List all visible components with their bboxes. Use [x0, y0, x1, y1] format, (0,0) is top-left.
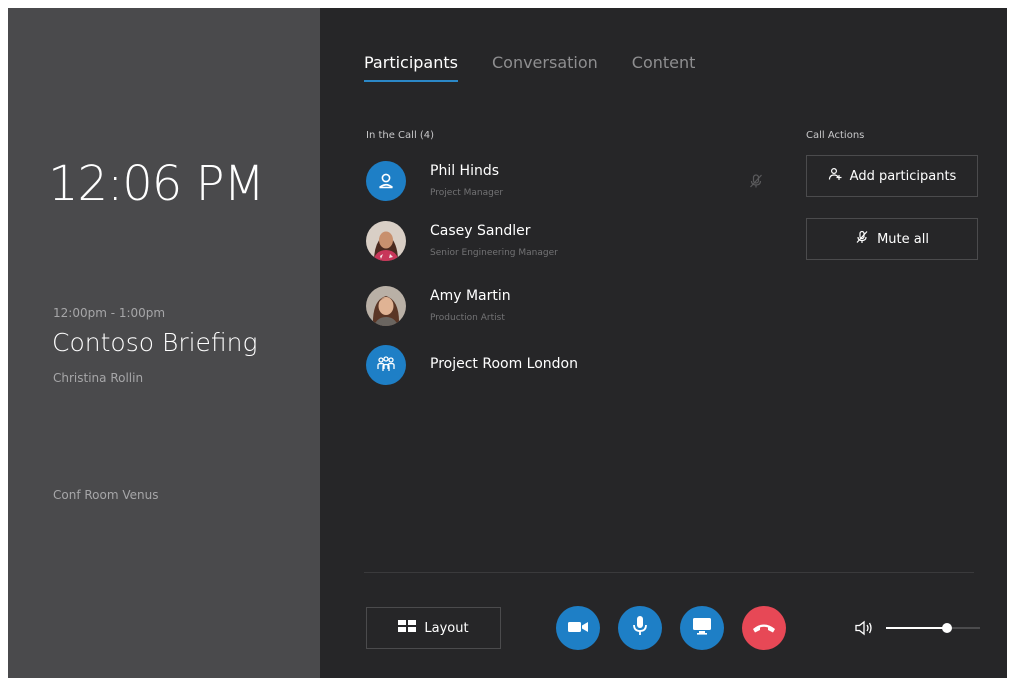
participant-row[interactable]: Project Room London — [364, 345, 744, 389]
group-icon — [366, 345, 406, 385]
participant-role: Production Artist — [430, 313, 505, 323]
layout-label: Layout — [424, 620, 469, 636]
meeting-time: 12:00pm - 1:00pm — [53, 306, 166, 320]
screen-share-button[interactable] — [680, 606, 724, 650]
participant-row[interactable]: Casey Sandler Senior Engineering Manager — [364, 221, 744, 265]
person-icon — [366, 161, 406, 201]
tab-participants[interactable]: Participants — [364, 53, 458, 82]
participant-name: Casey Sandler — [430, 223, 531, 239]
layout-button[interactable]: Layout — [366, 607, 501, 649]
microphone-icon — [632, 615, 648, 641]
add-participants-button[interactable]: Add participants — [806, 155, 978, 197]
participant-name: Phil Hinds — [430, 163, 500, 179]
tab-conversation[interactable]: Conversation — [492, 53, 598, 82]
video-icon — [567, 619, 589, 638]
participant-row[interactable]: Amy Martin Production Artist — [364, 286, 744, 330]
layout-grid-icon — [398, 620, 417, 636]
room-name: Conf Room Venus — [53, 488, 159, 502]
call-panel: Participants Conversation Content In the… — [320, 8, 1007, 678]
microphone-button[interactable] — [618, 606, 662, 650]
avatar — [366, 221, 406, 261]
participant-name: Amy Martin — [430, 288, 511, 304]
meeting-room-window: 12:06 PM 12:00pm - 1:00pm Contoso Briefi… — [8, 8, 1007, 678]
volume-fill — [886, 627, 948, 629]
participant-role: Project Manager — [430, 188, 504, 198]
meeting-title: Contoso Briefing — [52, 328, 258, 357]
avatar — [366, 286, 406, 326]
volume-thumb[interactable] — [942, 623, 953, 633]
controls-divider — [364, 572, 974, 573]
video-button[interactable] — [556, 606, 600, 650]
meeting-organizer: Christina Rollin — [53, 371, 144, 385]
speaker-icon[interactable] — [854, 620, 874, 640]
tab-content[interactable]: Content — [632, 53, 696, 82]
participants-header: In the Call (4) — [366, 130, 435, 141]
clock: 12:06 PM — [48, 156, 265, 212]
participant-row[interactable]: Phil Hinds Project Manager — [364, 161, 744, 205]
hang-up-icon — [752, 619, 776, 638]
meeting-info-panel: 12:06 PM 12:00pm - 1:00pm Contoso Briefi… — [8, 8, 320, 678]
muted-microphone-icon — [748, 173, 764, 193]
mute-all-button[interactable]: Mute all — [806, 218, 978, 260]
call-actions-header: Call Actions — [806, 130, 865, 141]
hang-up-button[interactable] — [742, 606, 786, 650]
muted-microphone-icon — [855, 230, 869, 248]
participant-name: Project Room London — [430, 356, 578, 372]
volume-slider[interactable] — [886, 623, 980, 633]
tab-bar: Participants Conversation Content — [364, 53, 729, 82]
mute-all-label: Mute all — [877, 231, 929, 247]
add-person-icon — [828, 167, 842, 185]
add-participants-label: Add participants — [849, 168, 957, 184]
participant-role: Senior Engineering Manager — [430, 248, 558, 258]
screen-share-icon — [692, 617, 712, 639]
